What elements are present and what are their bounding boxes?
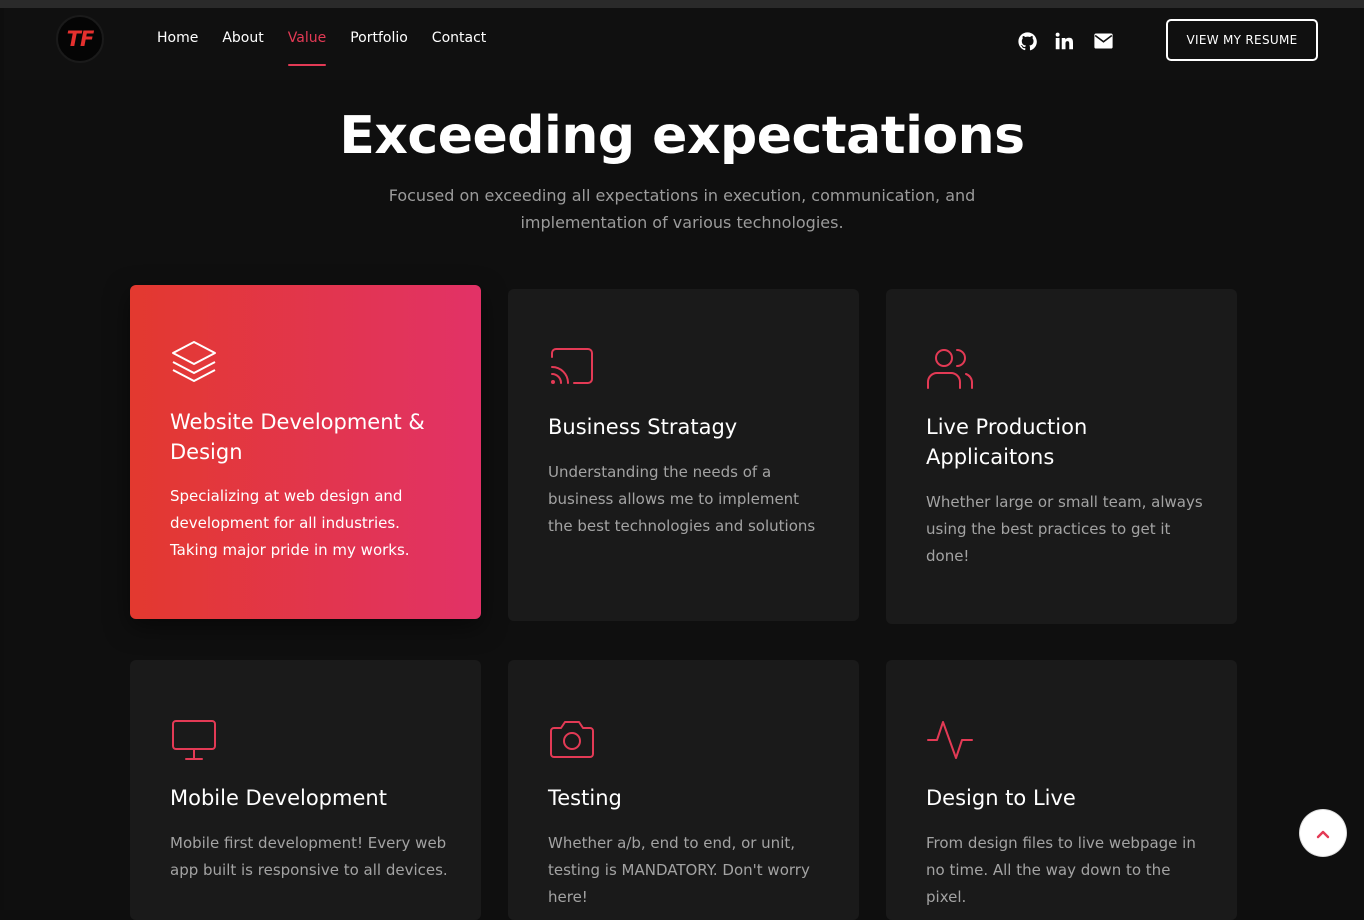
scroll-to-top-button[interactable] <box>1300 810 1346 856</box>
page-title: Exceeding expectations <box>339 106 1025 166</box>
mail-icon[interactable] <box>1092 30 1114 52</box>
window-top-strip <box>0 0 1364 8</box>
cast-icon <box>548 345 596 393</box>
users-icon <box>926 345 974 393</box>
activity-icon <box>926 716 974 764</box>
service-card-live-production[interactable]: Live Production Applicaitons Whether lar… <box>886 289 1237 624</box>
layers-icon <box>170 337 218 385</box>
monitor-icon <box>170 716 218 764</box>
card-title: Design to Live <box>926 786 1076 810</box>
service-card-web-development[interactable]: Website Development & Design Specializin… <box>130 285 481 619</box>
chevron-up-icon <box>1316 824 1330 843</box>
nav-links: Home About Value Portfolio Contact <box>157 30 510 66</box>
card-title: Mobile Development <box>170 786 387 810</box>
view-resume-button[interactable]: VIEW MY RESUME <box>1166 19 1318 61</box>
card-description: Whether a/b, end to end, or unit, testin… <box>548 834 810 906</box>
card-title: Website Development & Design <box>170 410 425 464</box>
service-card-testing[interactable]: Testing Whether a/b, end to end, or unit… <box>508 660 859 920</box>
nav-link-contact[interactable]: Contact <box>432 30 486 52</box>
page-subtitle: Focused on exceeding all expectations in… <box>388 186 976 232</box>
card-title: Live Production Applicaitons <box>926 415 1088 469</box>
linkedin-icon[interactable] <box>1053 30 1075 52</box>
service-card-design-to-live[interactable]: Design to Live From design files to live… <box>886 660 1237 920</box>
nav-link-value[interactable]: Value <box>287 30 327 66</box>
card-description: Whether large or small team, always usin… <box>926 493 1203 565</box>
github-icon[interactable] <box>1016 30 1038 52</box>
nav-link-about[interactable]: About <box>222 30 263 52</box>
card-description: From design files to live webpage in no … <box>926 834 1196 906</box>
logo[interactable]: TF <box>56 15 104 63</box>
nav-link-portfolio[interactable]: Portfolio <box>350 30 408 52</box>
card-description: Mobile first development! Every web app … <box>170 834 448 879</box>
navbar: TF Home About Value Portfolio Contact VI… <box>4 8 1360 80</box>
service-card-mobile-development[interactable]: Mobile Development Mobile first developm… <box>130 660 481 920</box>
card-title: Testing <box>548 786 622 810</box>
page: TF Home About Value Portfolio Contact VI… <box>4 8 1360 920</box>
card-description: Specializing at web design and developme… <box>170 487 410 559</box>
service-card-business-strategy[interactable]: Business Stratagy Understanding the need… <box>508 289 859 621</box>
card-description: Understanding the needs of a business al… <box>548 463 816 535</box>
card-title: Business Stratagy <box>548 415 738 439</box>
camera-icon <box>548 716 596 764</box>
logo-text: TF <box>66 27 95 51</box>
nav-link-home[interactable]: Home <box>157 30 198 52</box>
